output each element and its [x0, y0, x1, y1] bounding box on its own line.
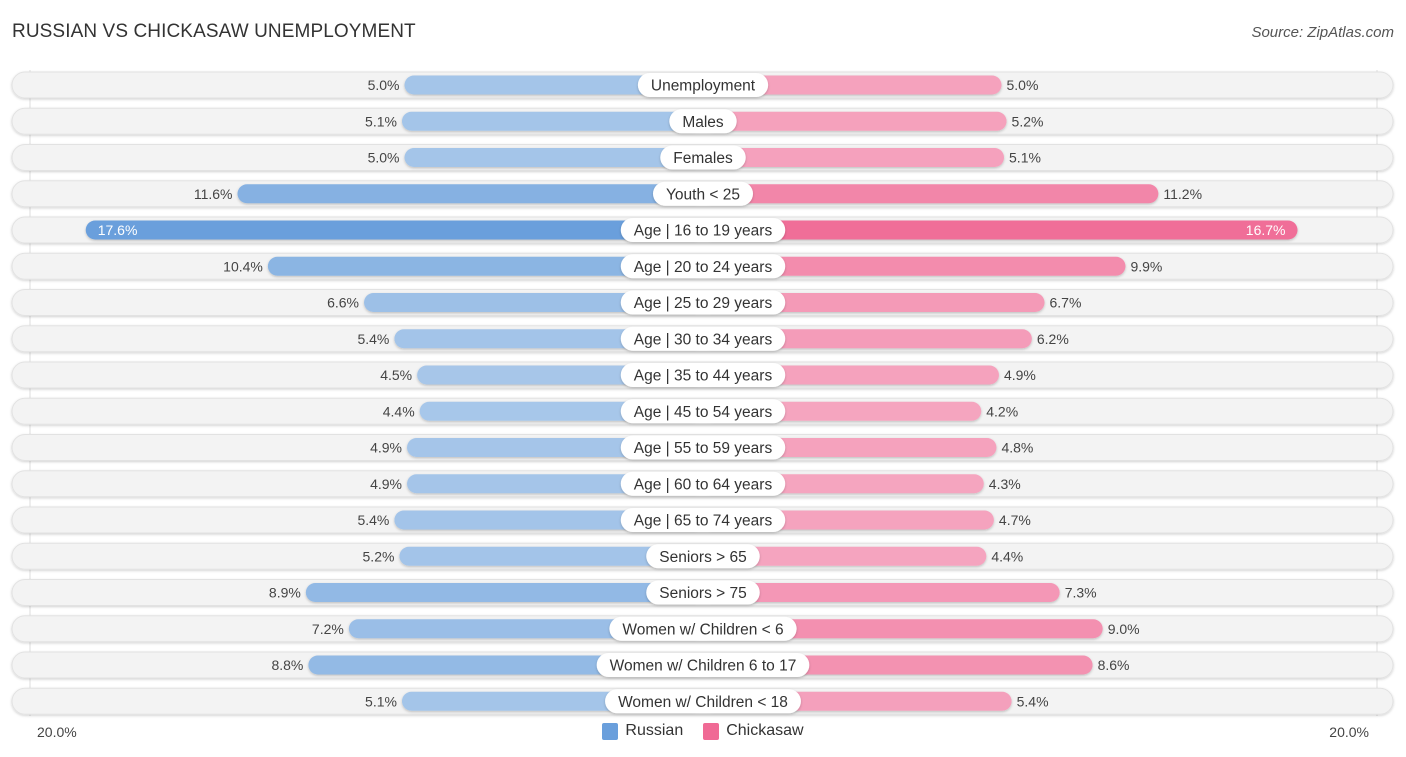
legend-label-chickasaw: Chickasaw	[726, 722, 804, 739]
category-label: Women w/ Children < 6	[622, 621, 783, 638]
category-label: Youth < 25	[666, 186, 740, 203]
chart-row: 4.9% 4.3% Age | 60 to 64 years	[11, 470, 1394, 498]
category-label: Age | 60 to 64 years	[634, 476, 773, 493]
chart-row: 5.1% 5.4% Women w/ Children < 18	[11, 687, 1394, 715]
chart-row: 10.4% 9.9% Age | 20 to 24 years	[11, 252, 1394, 280]
value-label-chickasaw: 5.1%	[1009, 150, 1041, 166]
category-label: Age | 30 to 34 years	[634, 331, 773, 348]
value-label-chickasaw: 4.9%	[1004, 367, 1036, 383]
value-label-chickasaw: 4.7%	[999, 512, 1031, 528]
value-label-chickasaw: 6.2%	[1037, 331, 1069, 347]
bar-chickasaw[interactable]	[703, 220, 1298, 240]
category-label: Women w/ Children < 18	[618, 694, 788, 711]
bar-russian[interactable]	[237, 184, 703, 204]
value-label-russian: 4.9%	[370, 476, 402, 492]
value-label-russian: 8.9%	[269, 585, 301, 601]
value-label-chickasaw: 4.2%	[986, 403, 1018, 419]
value-label-chickasaw: 4.4%	[991, 548, 1023, 564]
value-label-russian: 5.1%	[365, 113, 397, 129]
category-label: Seniors > 65	[659, 549, 746, 566]
value-label-chickasaw: 7.3%	[1065, 585, 1097, 601]
value-label-russian: 4.5%	[380, 367, 412, 383]
category-label: Age | 16 to 19 years	[634, 223, 773, 240]
value-label-russian: 17.6%	[98, 222, 138, 238]
value-label-russian: 4.9%	[370, 440, 402, 456]
value-label-russian: 8.8%	[271, 657, 303, 673]
category-label: Males	[682, 114, 724, 131]
value-label-chickasaw: 5.2%	[1012, 113, 1044, 129]
value-label-russian: 5.4%	[357, 331, 389, 347]
chart-row: 4.5% 4.9% Age | 35 to 44 years	[11, 361, 1394, 389]
category-label: Age | 55 to 59 years	[634, 440, 773, 457]
value-label-russian: 5.0%	[368, 150, 400, 166]
value-label-chickasaw: 6.7%	[1050, 295, 1082, 311]
chart-row: 5.4% 6.2% Age | 30 to 34 years	[11, 325, 1394, 353]
value-label-russian: 5.2%	[363, 548, 395, 564]
category-label: Age | 20 to 24 years	[634, 259, 773, 276]
bar-chickasaw[interactable]	[703, 148, 1005, 167]
chart-row: 5.1% 5.2% Males	[11, 107, 1394, 135]
category-label: Age | 25 to 29 years	[634, 295, 773, 312]
value-label-russian: 4.4%	[383, 403, 415, 419]
chart-row: 8.8% 8.6% Women w/ Children 6 to 17	[11, 651, 1394, 679]
chart-row: 7.2% 9.0% Women w/ Children < 6	[11, 615, 1394, 643]
category-label: Age | 35 to 44 years	[634, 368, 773, 385]
bar-russian[interactable]	[85, 220, 704, 240]
legend-swatch-russian	[602, 722, 619, 740]
category-label: Unemployment	[651, 78, 756, 95]
chart-row: 5.4% 4.7% Age | 65 to 74 years	[11, 506, 1394, 534]
chart-row: 4.4% 4.2% Age | 45 to 54 years	[11, 397, 1394, 425]
chart-row: 4.9% 4.8% Age | 55 to 59 years	[11, 434, 1394, 461]
value-label-russian: 7.2%	[312, 621, 344, 637]
value-label-russian: 6.6%	[327, 295, 359, 311]
bar-chickasaw[interactable]	[703, 111, 1007, 131]
bar-chickasaw[interactable]	[703, 184, 1159, 204]
value-label-chickasaw: 16.7%	[1246, 222, 1286, 238]
category-label: Seniors > 75	[659, 585, 746, 602]
bar-russian[interactable]	[401, 111, 703, 131]
category-label: Females	[673, 150, 733, 167]
value-label-chickasaw: 4.8%	[1001, 440, 1033, 456]
value-label-chickasaw: 9.9%	[1130, 258, 1162, 274]
chart-row: 5.2% 4.4% Seniors > 65	[11, 542, 1394, 570]
diverging-bar-chart: 5.0% 5.0% Unemployment 5.1% 5.2% Males 5.0% 5.1…	[11, 70, 1394, 716]
value-label-chickasaw: 8.6%	[1098, 657, 1130, 673]
legend: Russian Chickasaw	[0, 722, 1406, 740]
chart-row: 6.6% 6.7% Age | 25 to 29 years	[11, 289, 1394, 316]
legend-swatch-chickasaw	[703, 722, 720, 740]
category-label: Age | 45 to 54 years	[634, 404, 773, 421]
value-label-chickasaw: 5.0%	[1007, 77, 1039, 93]
chart-row: 5.0% 5.0% Unemployment	[11, 71, 1394, 99]
value-label-chickasaw: 4.3%	[989, 476, 1021, 492]
value-label-chickasaw: 9.0%	[1108, 621, 1140, 637]
value-label-chickasaw: 11.2%	[1163, 186, 1202, 202]
chart-row: 17.6% 16.7% Age | 16 to 19 years	[11, 216, 1394, 244]
category-label: Age | 65 to 74 years	[634, 513, 773, 530]
legend-label-russian: Russian	[625, 722, 684, 739]
category-label: Women w/ Children 6 to 17	[610, 658, 797, 675]
value-label-russian: 5.4%	[357, 512, 389, 528]
chart-row: 8.9% 7.3% Seniors > 75	[11, 579, 1394, 606]
legend-item-chickasaw[interactable]: Chickasaw	[703, 722, 804, 740]
chart-row: 11.6% 11.2% Youth < 25	[11, 180, 1394, 208]
value-label-russian: 11.6%	[194, 186, 233, 202]
legend-item-russian[interactable]: Russian	[602, 722, 683, 740]
value-label-chickasaw: 5.4%	[1017, 693, 1049, 709]
value-label-russian: 5.0%	[368, 77, 400, 93]
chart-row: 5.0% 5.1% Females	[11, 144, 1394, 171]
value-label-russian: 10.4%	[223, 258, 263, 274]
value-label-russian: 5.1%	[365, 693, 397, 709]
bar-russian[interactable]	[305, 583, 703, 602]
bar-russian[interactable]	[404, 148, 704, 167]
